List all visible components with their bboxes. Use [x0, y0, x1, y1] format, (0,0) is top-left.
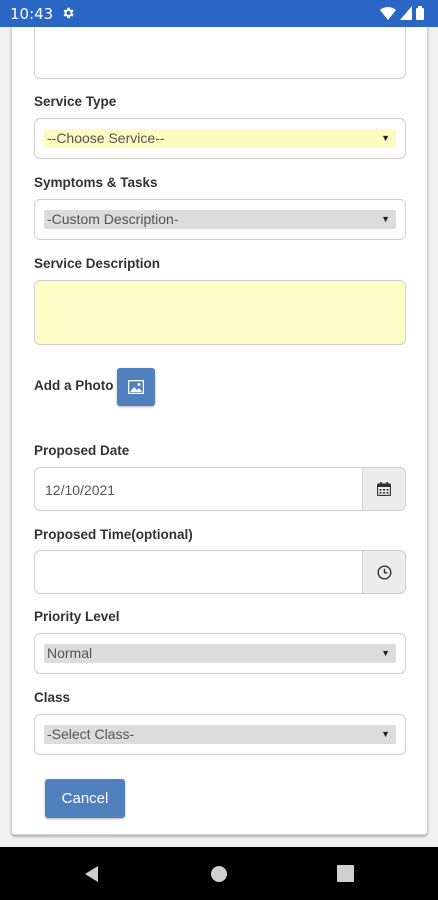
clock-icon	[376, 564, 392, 580]
class-select[interactable]: -Select Class- ▼	[34, 714, 406, 755]
settings-gear-icon	[63, 7, 74, 19]
home-icon[interactable]	[210, 865, 228, 883]
back-icon[interactable]	[83, 865, 101, 883]
add-photo-button[interactable]	[117, 368, 155, 406]
cell-signal-icon	[400, 6, 412, 20]
status-icons	[380, 6, 424, 20]
priority-level-label: Priority Level	[34, 609, 120, 624]
service-description-label: Service Description	[34, 256, 161, 271]
service-type-value: --Choose Service--	[47, 130, 165, 146]
proposed-date-label: Proposed Date	[34, 443, 130, 458]
symptoms-tasks-select[interactable]: -Custom Description- ▼	[34, 199, 406, 240]
symptoms-tasks-value: -Custom Description-	[47, 211, 179, 227]
dropdown-arrow-icon: ▼	[381, 729, 390, 739]
status-bar: 10:43	[0, 0, 438, 27]
symptoms-tasks-label: Symptoms & Tasks	[34, 175, 158, 190]
class-label: Class	[34, 690, 71, 705]
dropdown-arrow-icon: ▼	[381, 133, 390, 143]
proposed-time-label: Proposed Time(optional)	[34, 527, 193, 542]
class-value-box: -Select Class- ▼	[44, 725, 396, 744]
clock-button[interactable]	[362, 550, 406, 594]
cancel-button[interactable]: Cancel	[45, 779, 125, 818]
priority-level-value: Normal	[47, 645, 93, 661]
proposed-date-input[interactable]: 12/10/2021	[34, 467, 362, 511]
symptoms-tasks-value-box: -Custom Description- ▼	[44, 210, 396, 229]
dropdown-arrow-icon: ▼	[381, 214, 390, 224]
service-description-textarea[interactable]	[34, 280, 406, 345]
dropdown-arrow-icon: ▼	[381, 648, 390, 658]
proposed-time-input[interactable]	[34, 550, 362, 594]
wifi-icon	[380, 7, 396, 20]
status-time: 10:43	[10, 5, 54, 23]
previous-text-area[interactable]	[34, 27, 406, 79]
service-type-value-box: --Choose Service-- ▼	[44, 129, 396, 148]
class-value: -Select Class-	[47, 726, 135, 742]
priority-level-select[interactable]: Normal ▼	[34, 633, 406, 674]
calendar-button[interactable]	[362, 467, 406, 511]
service-type-label: Service Type	[34, 94, 117, 109]
battery-icon	[416, 6, 424, 20]
image-icon	[128, 380, 144, 394]
calendar-icon	[377, 482, 391, 496]
system-nav-bar	[0, 847, 438, 900]
recents-icon[interactable]	[337, 865, 354, 882]
priority-level-value-box: Normal ▼	[44, 644, 396, 663]
add-photo-label: Add a Photo	[34, 378, 114, 393]
service-type-select[interactable]: --Choose Service-- ▼	[34, 118, 406, 159]
